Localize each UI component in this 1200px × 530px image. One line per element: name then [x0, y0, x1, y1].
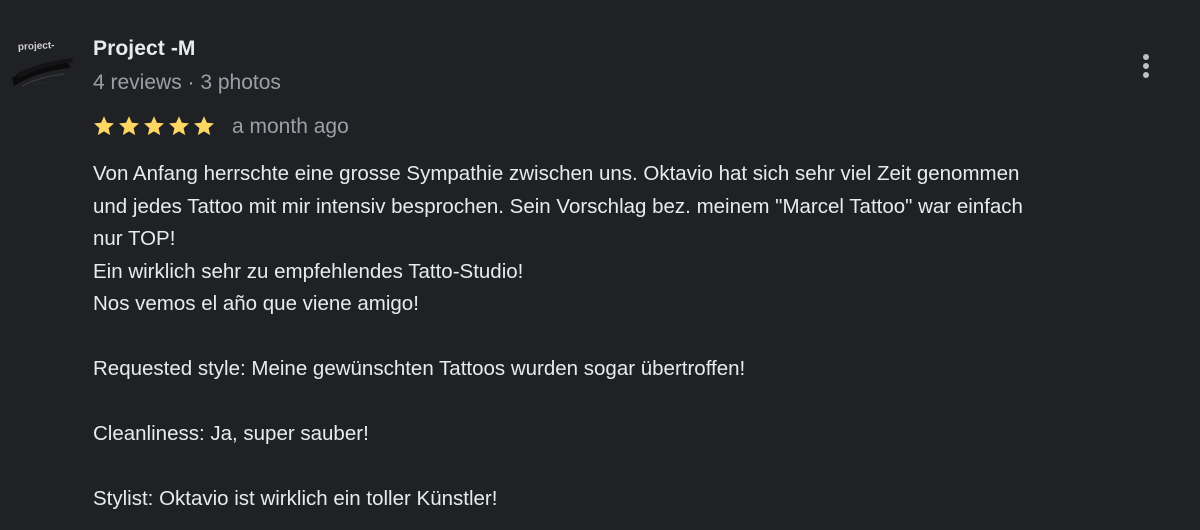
review-line: Ein wirklich sehr zu empfehlendes Tatto-…: [93, 259, 524, 283]
star-filled-icon: [117, 114, 141, 138]
rating-row: a month ago: [92, 112, 349, 140]
star-filled-icon: [92, 114, 116, 138]
review-line: nur TOP!: [93, 227, 176, 250]
review-blank-line: [93, 451, 1193, 484]
star-filled-icon: [192, 114, 216, 138]
review-line: und jedes Tattoo mit mir intensiv bespro…: [93, 194, 1023, 218]
review-time: a month ago: [232, 115, 349, 138]
review-line: Requested style: Meine gewünschten Tatto…: [93, 357, 746, 380]
more-options-button[interactable]: [1128, 48, 1164, 84]
review-text: Von Anfang herrschte eine grosse Sympath…: [93, 158, 1193, 516]
review-line: Nos vemos el año que viene amigo!: [93, 292, 419, 315]
author-name[interactable]: Project -M: [93, 37, 196, 61]
review-blank-line: [93, 386, 1193, 419]
avatar-logo-text: project-: [18, 40, 55, 53]
star-filled-icon: [142, 114, 166, 138]
review-blank-line: [93, 321, 1193, 354]
vertical-dots-icon: [1143, 54, 1149, 78]
review-line: Cleanliness: Ja, super sauber!: [93, 422, 369, 445]
star-filled-icon: [167, 114, 191, 138]
avatar[interactable]: project- · · · · ·: [8, 34, 76, 102]
review-line: Von Anfang herrschte eine grosse Sympath…: [93, 162, 1020, 185]
review-card: project- · · · · · Project -M 4 reviews …: [0, 0, 1200, 530]
review-line: Stylist: Oktavio ist wirklich ein toller…: [93, 487, 498, 510]
avatar-logo-icon: project- · · · · ·: [8, 34, 76, 102]
author-meta[interactable]: 4 reviews · 3 photos: [93, 71, 281, 95]
star-rating: [92, 114, 216, 138]
